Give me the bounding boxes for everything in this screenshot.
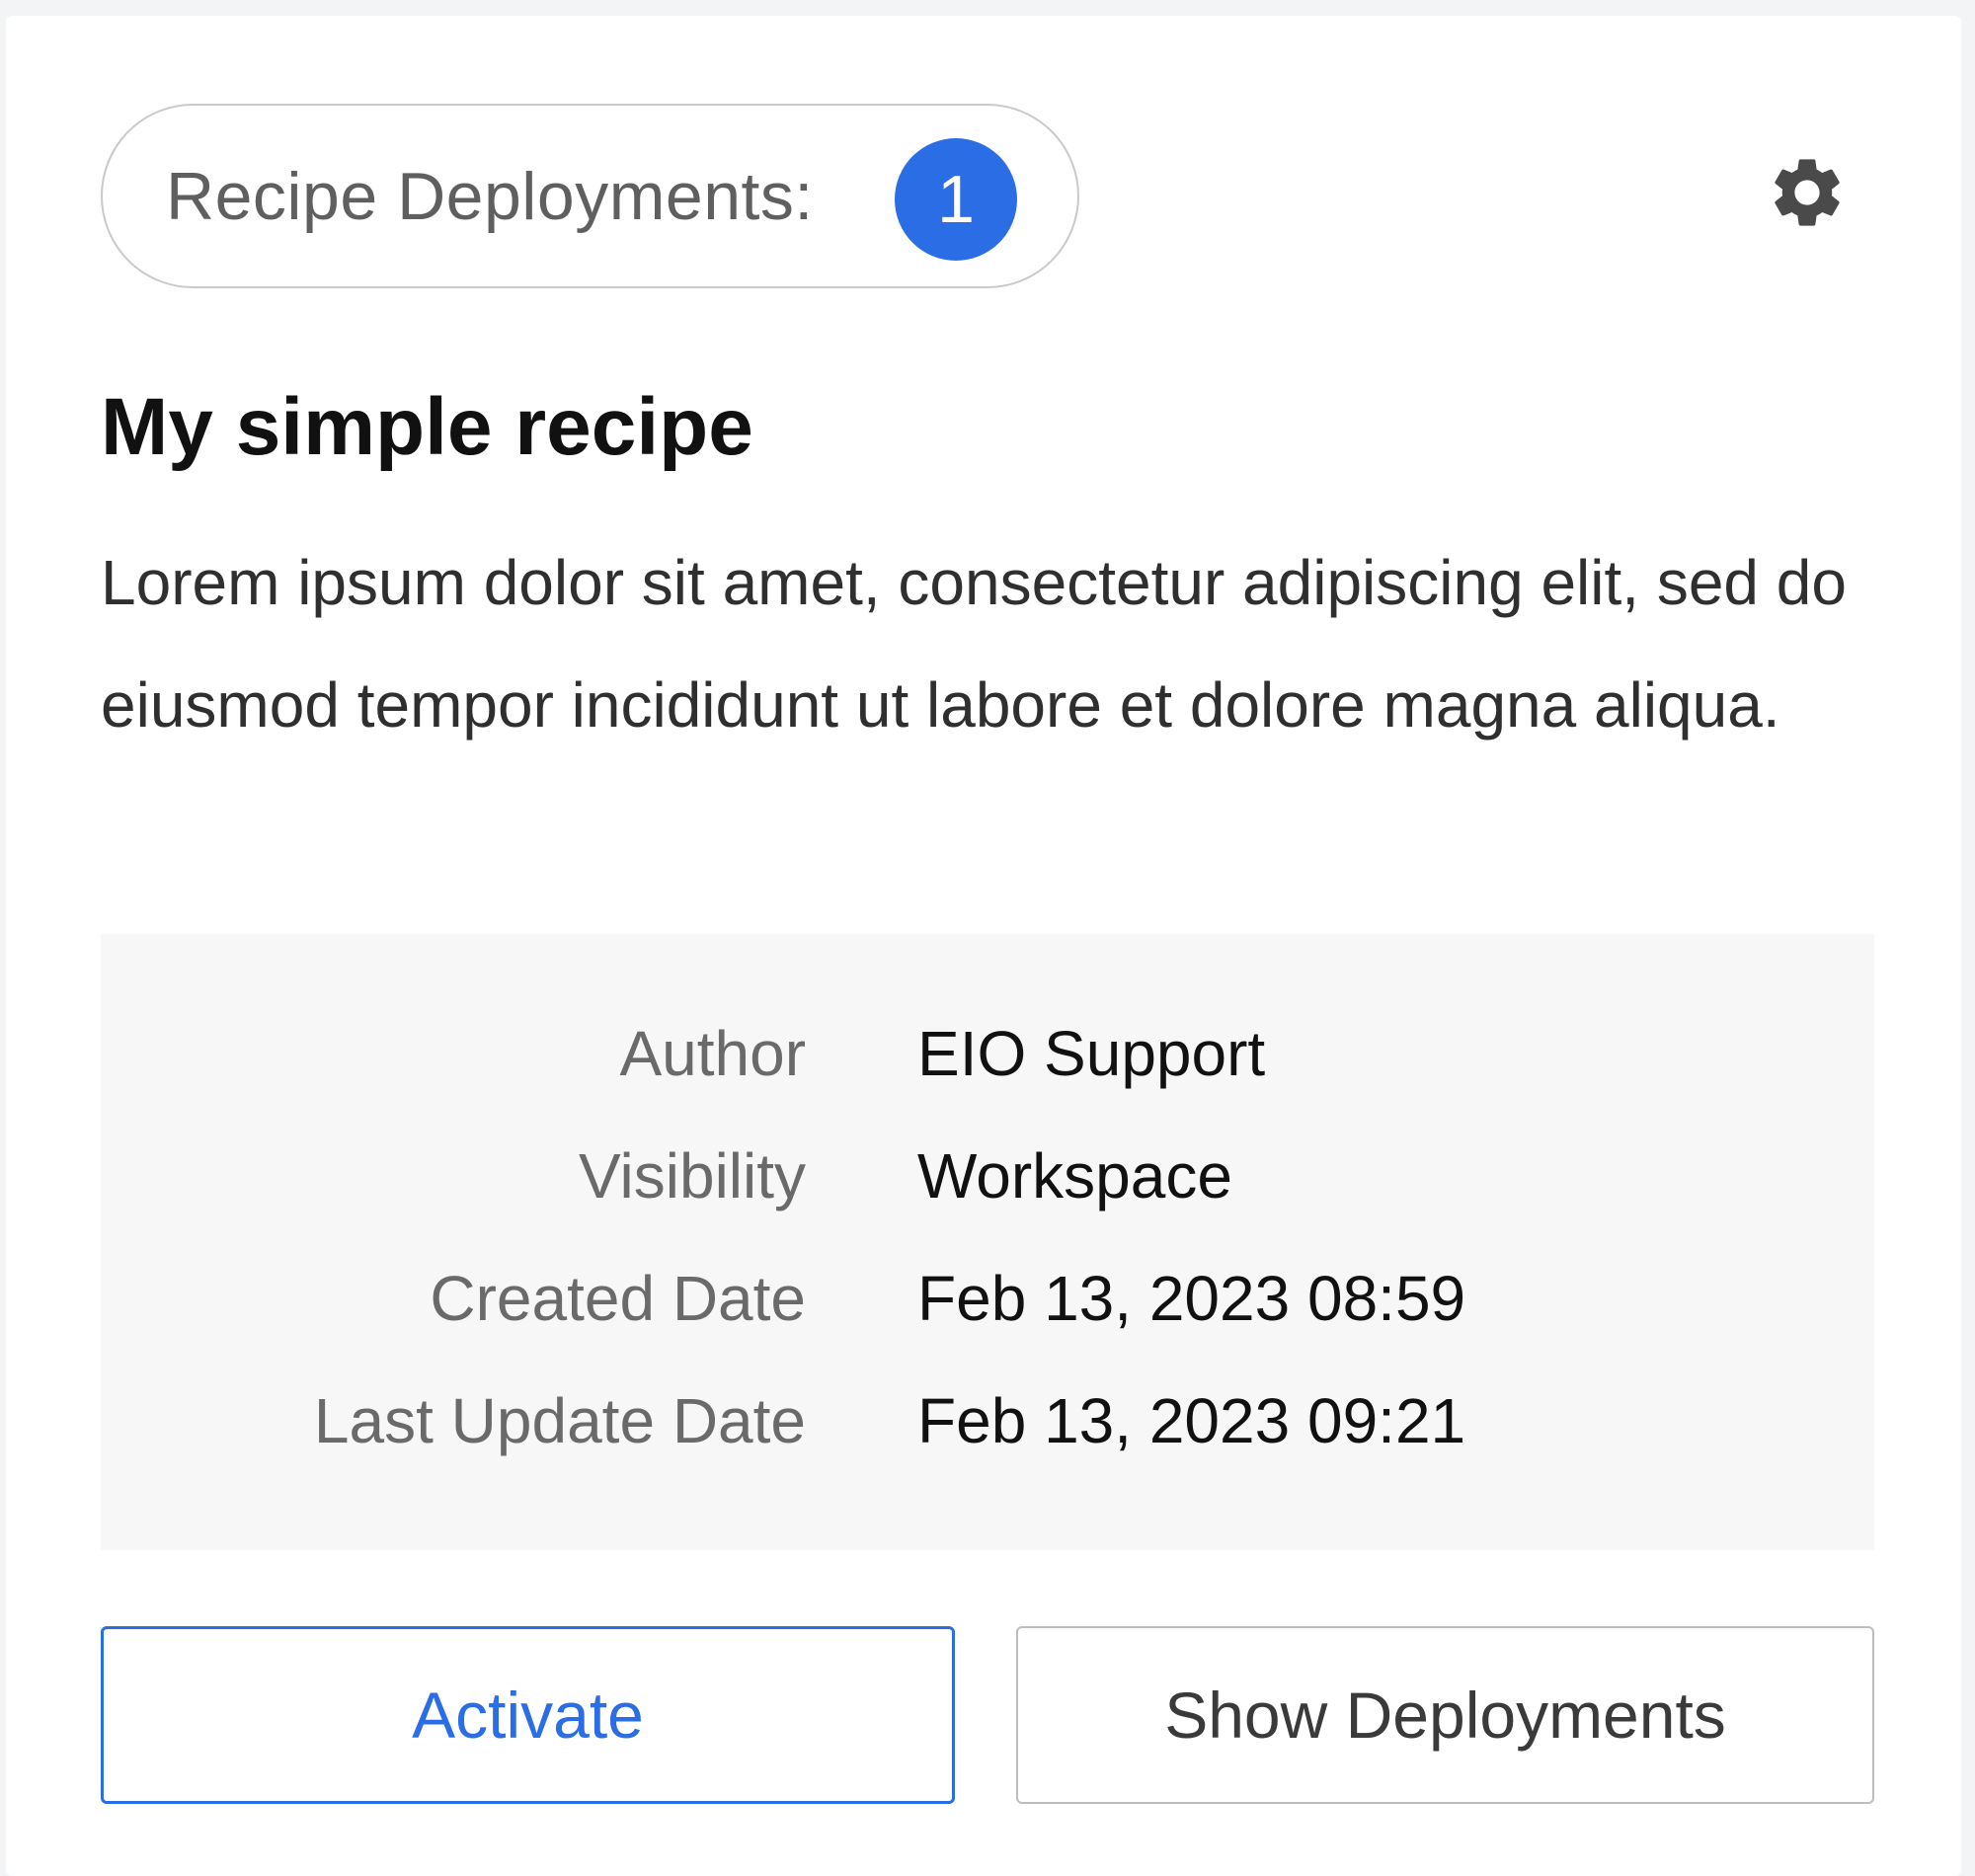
meta-row-last-update-date: Last Update Date Feb 13, 2023 09:21	[101, 1360, 1874, 1482]
last-update-date-value: Feb 13, 2023 09:21	[917, 1385, 1466, 1456]
card-header: Recipe Deployments: 1	[101, 104, 1852, 292]
meta-row-created-date: Created Date Feb 13, 2023 08:59	[101, 1237, 1874, 1360]
gear-icon	[1775, 159, 1840, 226]
created-date-value: Feb 13, 2023 08:59	[917, 1263, 1466, 1334]
recipe-deployments-pill[interactable]: Recipe Deployments: 1	[101, 104, 1079, 288]
author-value: EIO Support	[917, 1018, 1266, 1089]
deployments-count-badge: 1	[895, 138, 1017, 261]
visibility-value: Workspace	[917, 1140, 1232, 1212]
last-update-date-label: Last Update Date	[313, 1385, 806, 1456]
meta-row-visibility: Visibility Workspace	[101, 1115, 1874, 1237]
created-date-label: Created Date	[430, 1263, 806, 1334]
settings-button[interactable]	[1763, 148, 1852, 237]
activate-button[interactable]: Activate	[101, 1626, 955, 1804]
recipe-title: My simple recipe	[101, 382, 753, 472]
recipe-description: Lorem ipsum dolor sit amet, consectetur …	[101, 547, 1847, 741]
recipe-metadata: Author EIO Support Visibility Workspace …	[101, 934, 1874, 1550]
recipe-deployments-label: Recipe Deployments:	[166, 158, 814, 234]
recipe-card: Recipe Deployments: 1 My simple recipe L…	[6, 16, 1961, 1876]
visibility-label: Visibility	[579, 1140, 806, 1212]
author-label: Author	[619, 1018, 806, 1089]
show-deployments-button[interactable]: Show Deployments	[1016, 1626, 1874, 1804]
meta-row-author: Author EIO Support	[101, 992, 1874, 1115]
